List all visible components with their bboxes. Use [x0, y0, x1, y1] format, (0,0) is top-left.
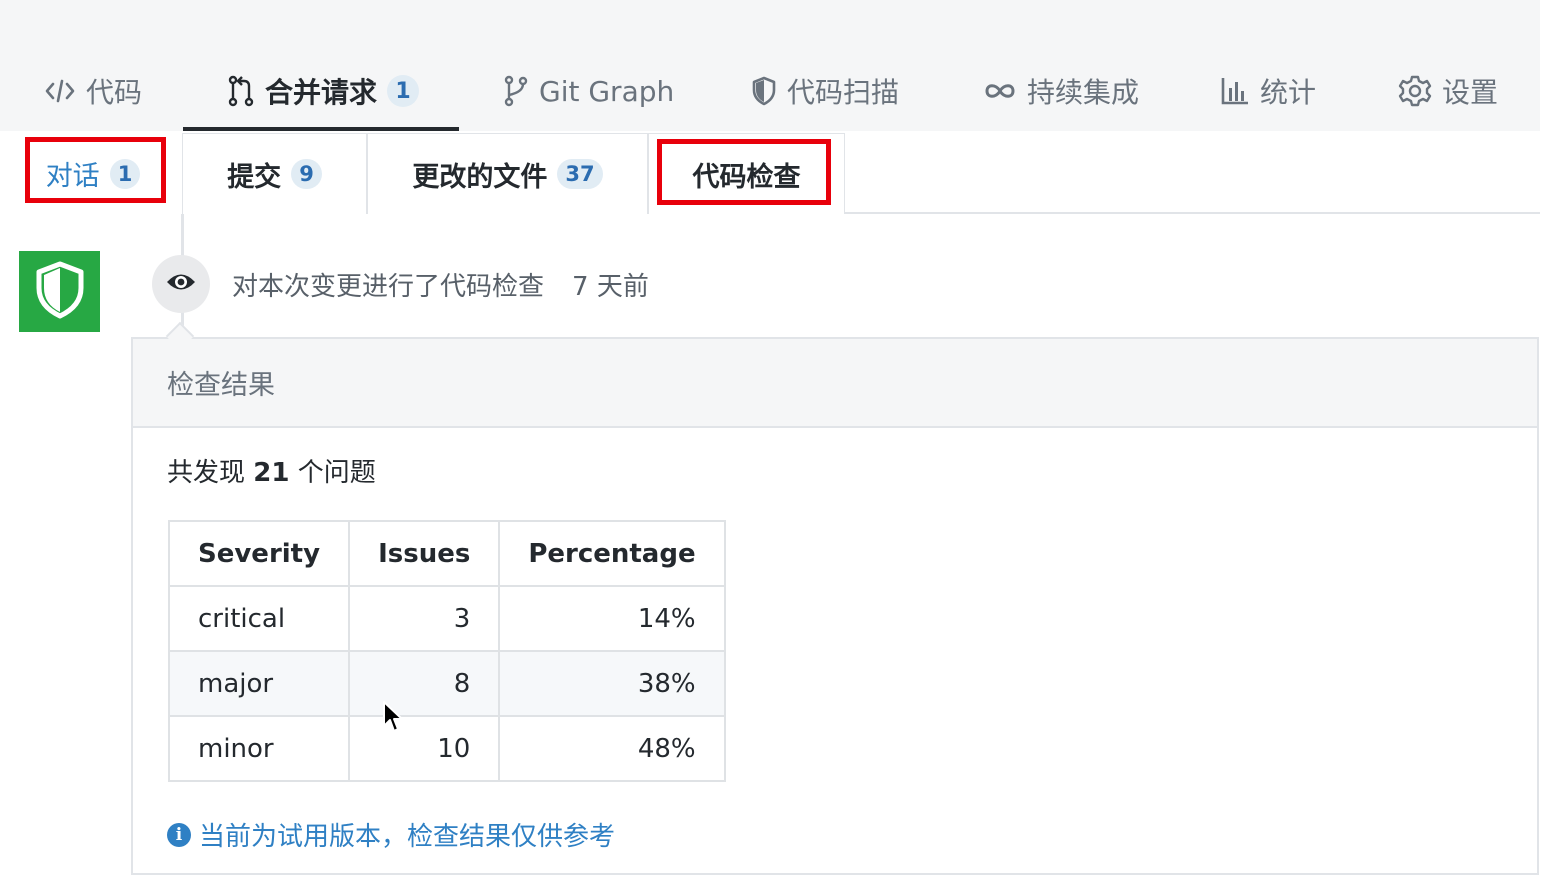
severity-cell: minor	[167, 715, 351, 782]
code-scan-avatar	[19, 251, 100, 332]
tab-count-badge: 9	[291, 159, 322, 189]
issue-summary: 共发现 21 个问题	[167, 452, 376, 489]
trial-notice: i 当前为试用版本，检查结果仅供参考	[167, 816, 615, 853]
summary-prefix: 共发现	[167, 458, 246, 488]
active-nav-underline	[183, 127, 459, 131]
summary-suffix: 个问题	[297, 458, 376, 488]
git-branch-icon	[503, 75, 529, 107]
event-description: 对本次变更进行了代码检查 7 天前	[232, 266, 649, 303]
table-row: minor 10 48%	[167, 715, 726, 782]
subtabs-divider	[845, 212, 1540, 214]
notice-text: 当前为试用版本，检查结果仅供参考	[199, 822, 616, 852]
nav-item-code-scan[interactable]: 代码扫描	[751, 66, 899, 116]
nav-item-settings[interactable]: 设置	[1398, 66, 1498, 116]
tab-changed-files[interactable]: 更改的文件 37	[367, 133, 648, 214]
merge-request-count-badge: 1	[387, 75, 420, 107]
table-row: major 8 38%	[167, 650, 726, 717]
merge-request-icon	[227, 75, 255, 107]
card-header: 检查结果	[133, 339, 1537, 428]
tab-commits[interactable]: 提交 9	[182, 133, 367, 214]
percentage-cell: 48%	[498, 715, 726, 782]
percentage-cell: 14%	[498, 585, 726, 652]
table-row: critical 3 14%	[167, 585, 726, 652]
nav-item-label: Git Graph	[539, 74, 675, 108]
column-header: Issues	[348, 520, 501, 587]
nav-item-label: 代码扫描	[787, 76, 900, 109]
issues-cell: 3	[348, 585, 501, 652]
nav-item-stats[interactable]: 统计	[1220, 66, 1316, 116]
issues-cell: 8	[348, 650, 501, 717]
nav-item-code[interactable]: 代码	[44, 66, 142, 116]
column-header: Percentage	[498, 520, 726, 587]
highlight-box-conversation	[25, 137, 166, 203]
highlight-box-code-review	[657, 139, 831, 205]
nav-item-git-graph[interactable]: Git Graph	[503, 66, 674, 116]
eye-icon	[165, 271, 197, 297]
issues-cell: 10	[348, 715, 501, 782]
summary-count: 21	[253, 458, 290, 488]
nav-item-merge-requests[interactable]: 合并请求 1	[227, 66, 420, 116]
nav-item-label: 统计	[1260, 76, 1317, 109]
event-text: 对本次变更进行了代码检查	[232, 272, 545, 302]
tab-label: 提交	[227, 161, 282, 193]
event-badge	[152, 255, 210, 313]
shield-icon	[751, 76, 777, 106]
severity-cell: major	[167, 650, 351, 717]
info-icon: i	[167, 822, 191, 847]
card-title: 检查结果	[167, 370, 275, 401]
tab-count-badge: 37	[557, 159, 603, 189]
code-icon	[44, 78, 76, 104]
infinity-icon	[983, 80, 1017, 102]
shield-icon	[34, 261, 86, 323]
review-result-card: 检查结果 共发现 21 个问题 Severity Issues Percenta…	[131, 337, 1539, 875]
column-header: Severity	[167, 520, 351, 587]
nav-item-label: 持续集成	[1027, 76, 1140, 109]
nav-item-label: 代码	[86, 76, 143, 109]
event-time: 7 天前	[572, 272, 649, 302]
gear-icon	[1398, 74, 1432, 108]
tab-label: 更改的文件	[412, 161, 548, 193]
severity-table: Severity Issues Percentage critical 3 14…	[167, 520, 726, 782]
nav-item-label: 合并请求	[265, 76, 378, 109]
table-header-row: Severity Issues Percentage	[167, 520, 726, 587]
severity-cell: critical	[167, 585, 351, 652]
bar-chart-icon	[1220, 76, 1250, 106]
percentage-cell: 38%	[498, 650, 726, 717]
mouse-cursor-icon	[382, 700, 404, 738]
timeline-line	[181, 214, 184, 256]
nav-item-ci[interactable]: 持续集成	[983, 66, 1139, 116]
nav-item-label: 设置	[1442, 76, 1499, 109]
